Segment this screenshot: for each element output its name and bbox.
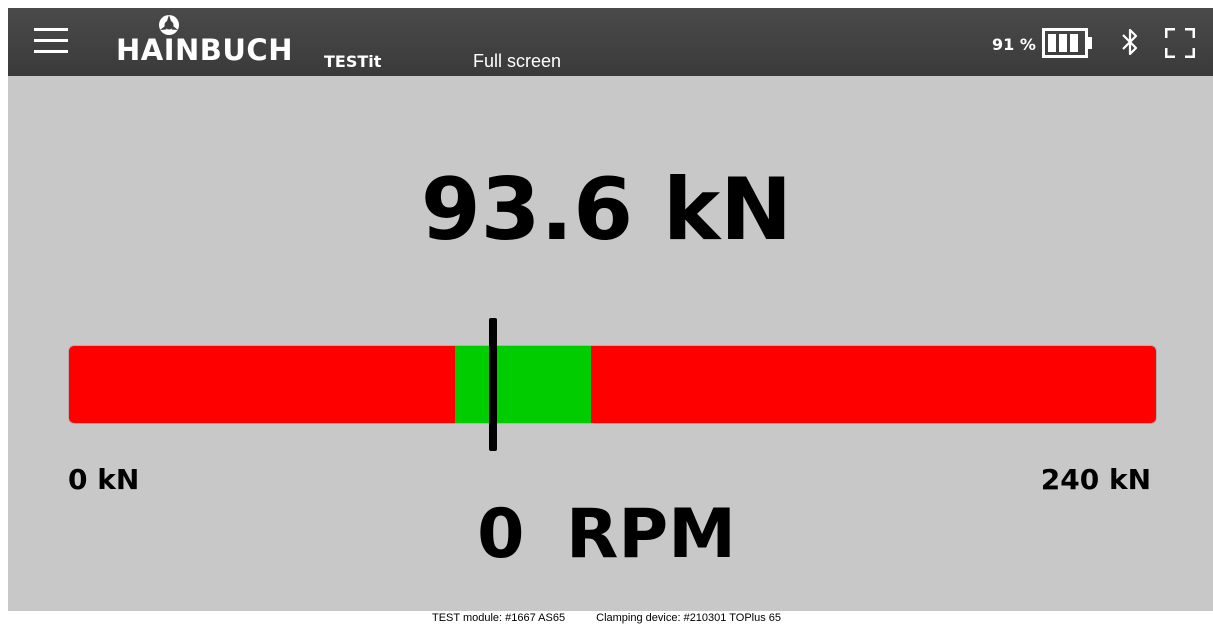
range-max-label: 240 kN xyxy=(1040,463,1151,496)
menu-icon[interactable] xyxy=(34,26,68,56)
force-needle xyxy=(488,318,497,451)
battery-level-bar xyxy=(1059,34,1067,52)
brand-logo: HAINBUCH xyxy=(116,33,293,67)
bluetooth-icon[interactable] xyxy=(1121,27,1139,57)
product-name: TESTit xyxy=(324,52,382,71)
force-readout: 93.6 kN xyxy=(420,160,793,260)
top-bar: HAINBUCH TESTit Full screen 91 % xyxy=(8,8,1213,76)
rpm-readout: 0 RPM xyxy=(477,495,736,574)
battery-level-bar xyxy=(1070,34,1078,52)
clamping-device-info: Clamping device: #210301 TOPlus 65 xyxy=(596,612,782,624)
test-module-info: TEST module: #1667 AS65 xyxy=(431,612,566,624)
battery-percent: 91 % xyxy=(992,35,1036,54)
battery-icon xyxy=(1042,28,1092,58)
status-footer: TEST module: #1667 AS65 Clamping device:… xyxy=(0,612,1213,624)
tolerance-zone xyxy=(454,346,591,423)
range-min-label: 0 kN xyxy=(68,463,140,496)
fullscreen-icon[interactable] xyxy=(1165,28,1195,58)
battery-level-bar xyxy=(1048,34,1056,52)
mode-label[interactable]: Full screen xyxy=(473,50,561,72)
force-gauge-bar xyxy=(68,345,1157,424)
